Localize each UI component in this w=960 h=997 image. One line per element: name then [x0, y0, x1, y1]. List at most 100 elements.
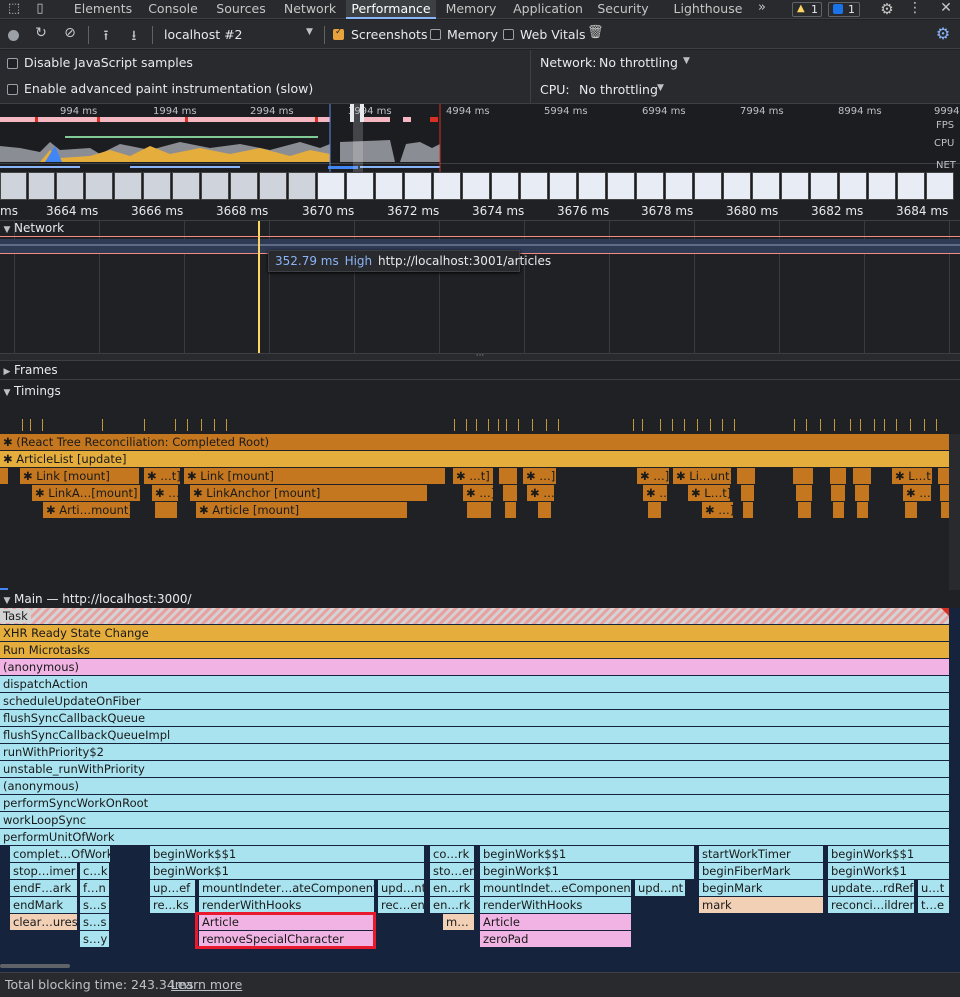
timing-bar[interactable] — [857, 502, 868, 518]
flame-bar[interactable]: t…e — [918, 897, 949, 913]
timing-bar[interactable]: ✱ … — [152, 485, 178, 501]
flame-bar[interactable]: clear…ures — [10, 914, 77, 930]
flame-bar[interactable]: renderWithHooks — [199, 897, 374, 913]
flame-bar[interactable]: re…ks — [150, 897, 195, 913]
timing-bar[interactable] — [940, 485, 949, 501]
range-handle-right[interactable] — [360, 104, 364, 122]
flame-bar[interactable]: mountIndeter…ateComponent — [199, 880, 374, 896]
timing-bar[interactable] — [538, 502, 551, 518]
more-options-icon[interactable]: ⋮ — [908, 0, 922, 16]
timing-bar[interactable]: ✱ L…t] — [688, 485, 730, 501]
flame-bar[interactable]: sto…er — [430, 863, 474, 879]
tab-application[interactable]: Application — [508, 0, 588, 19]
timing-bar[interactable] — [833, 502, 844, 518]
timing-bar[interactable] — [648, 502, 661, 518]
frames-section-header[interactable]: ▶ Frames — [0, 361, 960, 379]
timing-bar[interactable]: ✱ …] — [702, 502, 733, 518]
timing-bar[interactable]: ✱ …] — [527, 485, 554, 501]
timing-bar[interactable]: ✱ …t] — [144, 468, 180, 484]
timings-section-header[interactable]: ▼ Timings — [0, 382, 960, 400]
flame-bar[interactable]: rec…en — [378, 897, 424, 913]
tab-lighthouse[interactable]: Lighthouse — [670, 0, 746, 19]
flame-bar[interactable]: beginWork$$1 — [150, 846, 424, 862]
flame-bar-article[interactable]: Article — [480, 914, 631, 930]
flame-run-microtasks[interactable]: Run Microtasks — [0, 642, 949, 658]
screenshot-filmstrip[interactable] — [0, 172, 960, 201]
tab-console[interactable]: Console — [140, 0, 206, 19]
timing-bar[interactable] — [741, 485, 754, 501]
network-track[interactable] — [0, 221, 960, 353]
flame-bar[interactable]: beginWork$$1 — [828, 846, 949, 862]
flame-bar[interactable]: s…s — [80, 897, 109, 913]
learn-more-link[interactable]: Learn more — [171, 977, 242, 992]
timing-bar[interactable] — [743, 502, 753, 518]
timing-bar[interactable]: ✱ Li…unt] — [673, 468, 731, 484]
memory-checkbox[interactable] — [430, 29, 441, 40]
timing-bar-article-mount[interactable]: ✱ Article [mount] — [196, 502, 407, 518]
timing-bar-linkanchor-mount[interactable]: ✱ LinkAnchor [mount] — [190, 485, 427, 501]
download-profile-icon[interactable]: ⭳ — [126, 25, 142, 49]
profile-select[interactable]: localhost #2 ▼ — [160, 26, 318, 44]
tab-network[interactable]: Network — [276, 0, 344, 19]
timing-bar[interactable]: ✱ …] — [903, 485, 931, 501]
flame-bar[interactable]: beginWork$1 — [150, 863, 424, 879]
flame-bar[interactable]: beginWork$$1 — [480, 846, 694, 862]
trash-icon[interactable]: 🗑 — [587, 25, 604, 40]
reload-record-icon[interactable]: ↻ — [33, 25, 49, 41]
timing-bar-arti-mount[interactable]: ✱ Arti…mount] — [43, 502, 130, 518]
flame-bar[interactable]: beginMark — [699, 880, 823, 896]
flame-bar[interactable]: en…rk — [430, 897, 474, 913]
flame-bar[interactable]: complet…OfWork — [10, 846, 110, 862]
timing-bar[interactable]: ✱ …] — [523, 468, 556, 484]
tab-performance[interactable]: Performance — [346, 0, 436, 19]
flame-bar[interactable]: up…ef — [150, 880, 195, 896]
flame-work-loop-sync[interactable]: workLoopSync — [0, 812, 949, 828]
flame-bar[interactable]: stop…imer — [10, 863, 77, 879]
clear-icon[interactable]: ⊘ — [62, 25, 78, 41]
flame-bar[interactable]: c…k — [80, 863, 109, 879]
timing-bar[interactable] — [905, 502, 917, 518]
timing-bar[interactable] — [941, 502, 949, 518]
flame-bar[interactable]: upd…nt — [635, 880, 685, 896]
timing-bar[interactable] — [831, 485, 845, 501]
timing-bar[interactable] — [853, 468, 871, 484]
flame-dispatch-action[interactable]: dispatchAction — [0, 676, 949, 692]
flame-bar[interactable]: s…y — [80, 931, 109, 947]
messages-badge[interactable]: 1 — [828, 2, 860, 17]
timing-bar[interactable] — [796, 485, 812, 501]
flame-bar[interactable]: beginWork$1 — [828, 863, 949, 879]
flame-bar[interactable]: beginFiberMark — [699, 863, 823, 879]
timing-bar-articlelist[interactable]: ✱ ArticleList [update] — [0, 451, 949, 467]
timing-bar[interactable]: ✱ …] — [643, 485, 667, 501]
tab-memory[interactable]: Memory — [440, 0, 502, 19]
timing-bar[interactable] — [793, 468, 813, 484]
flame-perform-unit-of-work[interactable]: performUnitOfWork — [0, 829, 949, 845]
tab-security[interactable]: Security — [592, 0, 654, 19]
tab-sources[interactable]: Sources — [206, 0, 276, 19]
timing-bar[interactable]: ✱ …] — [463, 485, 493, 501]
flame-bar-zeropad[interactable]: zeroPad — [480, 931, 631, 947]
capture-settings-icon[interactable]: ⚙ — [934, 24, 952, 43]
flame-anonymous[interactable]: (anonymous) — [0, 659, 949, 675]
timing-bar[interactable] — [0, 468, 8, 484]
resize-handle[interactable]: ··· — [0, 352, 960, 361]
timing-bar-linka-mount[interactable]: ✱ LinkA…[mount] — [32, 485, 140, 501]
flame-bar[interactable]: f…n — [80, 880, 109, 896]
timing-bar[interactable] — [505, 502, 516, 518]
advanced-paint-checkbox[interactable] — [7, 84, 18, 95]
flame-bar[interactable]: s…s — [80, 914, 109, 930]
timing-bar[interactable]: ✱ L…t] — [892, 468, 932, 484]
main-section-header[interactable]: ▼ Main — http://localhost:3000/ — [0, 590, 960, 608]
flame-bar[interactable]: co…rk — [430, 846, 474, 862]
timing-bar-link-mount[interactable]: ✱ Link [mount] — [184, 468, 445, 484]
scrollbar-track[interactable] — [949, 434, 960, 594]
inspect-element-icon[interactable]: ⬚ — [6, 1, 22, 16]
tab-elements[interactable]: Elements — [66, 0, 140, 19]
timing-bar[interactable] — [467, 502, 491, 518]
flame-perform-sync-work[interactable]: performSyncWorkOnRoot — [0, 795, 949, 811]
close-icon[interactable]: ✕ — [938, 0, 954, 16]
flame-bar[interactable]: update…rdRef — [828, 880, 914, 896]
flame-task[interactable]: Task — [0, 608, 949, 624]
timing-bar[interactable] — [737, 468, 755, 484]
timing-bar[interactable] — [830, 468, 846, 484]
